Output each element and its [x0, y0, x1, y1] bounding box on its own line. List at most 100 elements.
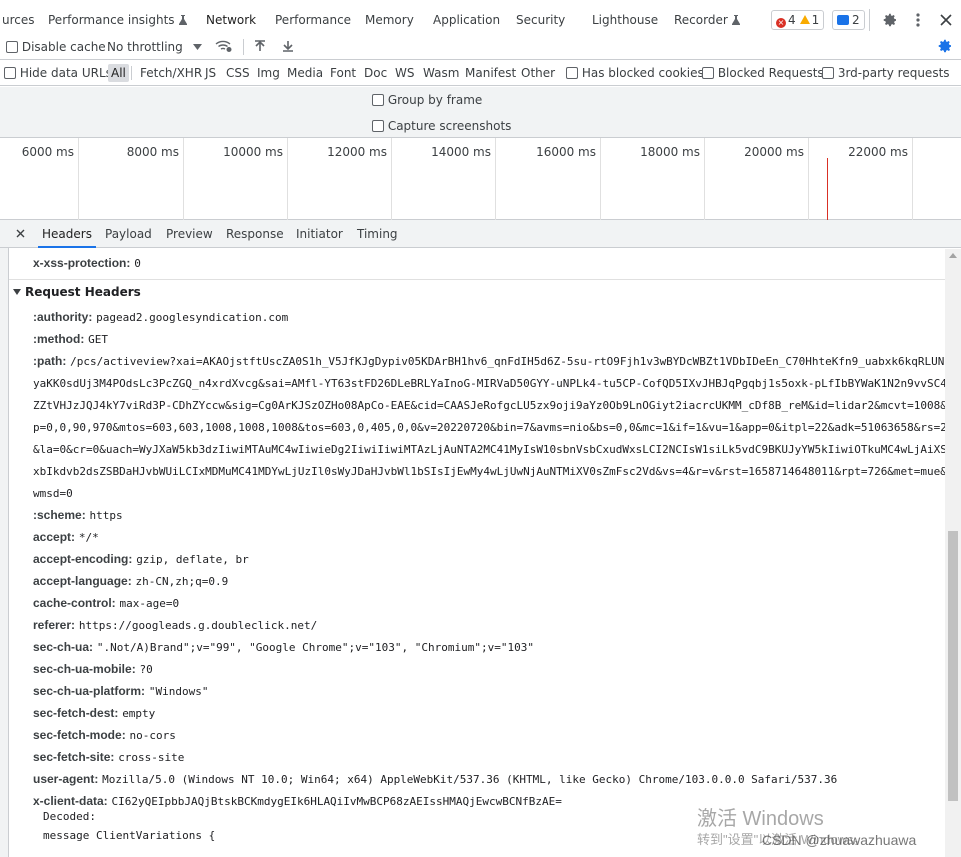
- filter-img[interactable]: Img: [257, 60, 280, 86]
- blocked-requests-label: Blocked Requests: [717, 66, 824, 80]
- group-by-frame-label: Group by frame: [387, 93, 483, 107]
- filter-bar: Hide data URLs All Fetch/XHR JS CSS Img …: [0, 60, 961, 86]
- tab-headers[interactable]: Headers: [38, 220, 96, 248]
- header-row: x-client-data: CI62yQEIpbbJAQjBtskBCKmdy…: [33, 794, 562, 809]
- header-value: max-age=0: [119, 597, 180, 610]
- header-row: sec-ch-ua-platform: "Windows": [33, 684, 208, 699]
- header-value: pagead2.googlesyndication.com: [96, 311, 289, 324]
- tick-label: 16000 ms: [536, 145, 596, 159]
- chevron-down-icon[interactable]: [193, 34, 202, 60]
- tick-label: 10000 ms: [223, 145, 283, 159]
- warning-icon: [799, 15, 810, 24]
- filter-font[interactable]: Font: [330, 60, 356, 86]
- tab-label: Performance insights: [48, 13, 175, 27]
- timeline-overview[interactable]: 6000 ms 8000 ms 10000 ms 12000 ms 14000 …: [0, 138, 961, 220]
- scroll-up-arrow-icon[interactable]: [949, 253, 957, 258]
- header-row: cache-control: max-age=0: [33, 596, 179, 611]
- filter-fetch-xhr[interactable]: Fetch/XHR: [140, 60, 202, 86]
- header-row: sec-ch-ua: ".Not/A)Brand";v="99", "Googl…: [33, 640, 534, 655]
- header-row-continuation: ZZtVHJzJQJ4kY7viRd3P-CDhZYccw&sig=Cg0ArK…: [33, 398, 945, 413]
- header-row: sec-fetch-site: cross-site: [33, 750, 184, 765]
- header-name: x-client-data:: [33, 794, 108, 808]
- timeline-tick: 8000 ms: [79, 138, 184, 220]
- issues-counter[interactable]: × 4 1: [771, 10, 825, 30]
- filter-manifest[interactable]: Manifest: [465, 60, 516, 86]
- capture-screenshots-checkbox[interactable]: Capture screenshots: [372, 119, 511, 133]
- tab-preview[interactable]: Preview: [166, 220, 213, 248]
- network-conditions-icon[interactable]: [215, 34, 233, 60]
- header-row-continuation: yaKK0sdUj3M4POdsLc3PcZGQ_n4xrdXvcg&sai=A…: [33, 376, 945, 391]
- header-name: :method:: [33, 332, 85, 346]
- header-row: referer: https://googleads.g.doubleclick…: [33, 618, 317, 633]
- tab-payload[interactable]: Payload: [105, 220, 152, 248]
- header-value: xbIkdvb2dsZSBDaHJvbWUiLCIxMDMuMC41MDYwLj…: [33, 465, 945, 478]
- timeline-tick: 22000 ms: [809, 138, 913, 220]
- divider: [243, 39, 244, 55]
- disable-cache-checkbox[interactable]: Disable cache: [6, 34, 106, 60]
- decoded-text: message ClientVariations {: [43, 829, 216, 842]
- messages-counter[interactable]: 2: [832, 10, 865, 30]
- error-count: 4: [788, 13, 796, 27]
- windows-activation-watermark: 激活 Windows: [697, 808, 824, 830]
- hide-data-urls-checkbox[interactable]: Hide data URLs: [4, 60, 112, 86]
- triangle-down-icon: [13, 289, 21, 295]
- flask-icon: [731, 15, 740, 25]
- disable-cache-label: Disable cache: [21, 40, 106, 54]
- request-headers-section-toggle[interactable]: Request Headers: [13, 285, 141, 299]
- tab-response[interactable]: Response: [226, 220, 284, 248]
- close-devtools-icon[interactable]: [935, 9, 957, 31]
- tick-label: 14000 ms: [431, 145, 491, 159]
- tab-label: Recorder: [674, 13, 728, 27]
- flask-icon: [178, 15, 187, 25]
- section-title: Request Headers: [25, 285, 141, 299]
- checkbox-icon: [372, 94, 384, 106]
- header-value: cross-site: [118, 751, 185, 764]
- header-row: user-agent: Mozilla/5.0 (Windows NT 10.0…: [33, 772, 837, 787]
- scroll-thumb[interactable]: [948, 531, 958, 801]
- close-detail-icon[interactable]: [16, 220, 25, 248]
- header-row: :method: GET: [33, 332, 108, 347]
- filter-other[interactable]: Other: [521, 60, 555, 86]
- network-settings-gear-icon[interactable]: [937, 34, 953, 60]
- header-row: accept-language: zh-CN,zh;q=0.9: [33, 574, 228, 589]
- more-options-icon[interactable]: [907, 9, 929, 31]
- filter-js[interactable]: JS: [205, 60, 216, 86]
- export-har-icon[interactable]: [282, 34, 294, 60]
- filter-ws[interactable]: WS: [395, 60, 414, 86]
- decoded-line: message ClientVariations {: [43, 828, 215, 843]
- filter-all[interactable]: All: [108, 64, 129, 82]
- timeline-tick: 16000 ms: [496, 138, 601, 220]
- header-name: cache-control:: [33, 596, 116, 610]
- settings-gear-icon[interactable]: [879, 9, 901, 31]
- header-name: sec-ch-ua-mobile:: [33, 662, 136, 676]
- filter-media[interactable]: Media: [287, 60, 323, 86]
- blocked-requests-checkbox[interactable]: Blocked Requests: [702, 60, 824, 86]
- divider: [9, 279, 945, 280]
- header-value: ?0: [139, 663, 153, 676]
- header-name: accept:: [33, 530, 76, 544]
- header-row: sec-fetch-dest: empty: [33, 706, 155, 721]
- message-icon: [837, 15, 849, 25]
- group-by-frame-checkbox[interactable]: Group by frame: [372, 93, 482, 107]
- header-name: sec-ch-ua-platform:: [33, 684, 146, 698]
- headers-scrollbar[interactable]: [945, 249, 961, 857]
- header-value: ZZtVHJzJQJ4kY7viRd3P-CDhZYccw&sig=Cg0ArK…: [33, 399, 945, 412]
- tab-timing[interactable]: Timing: [357, 220, 398, 248]
- csdn-watermark: CSDN @zhuawazhuawa: [762, 832, 917, 848]
- tick-label: 22000 ms: [848, 145, 908, 159]
- filter-wasm[interactable]: Wasm: [423, 60, 459, 86]
- third-party-requests-checkbox[interactable]: 3rd-party requests: [822, 60, 950, 86]
- header-row: accept: */*: [33, 530, 99, 545]
- has-blocked-cookies-checkbox[interactable]: Has blocked cookies: [566, 60, 704, 86]
- header-name: sec-fetch-dest:: [33, 706, 119, 720]
- import-har-icon[interactable]: [254, 34, 266, 60]
- timeline-tick: 14000 ms: [392, 138, 496, 220]
- headers-panel: x-xss-protection: 0 Request Headers :aut…: [9, 249, 945, 857]
- header-value: wmsd=0: [33, 487, 73, 500]
- tab-initiator[interactable]: Initiator: [296, 220, 343, 248]
- filter-css[interactable]: CSS: [226, 60, 250, 86]
- header-value: CI62yQEIpbbJAQjBtskBCKmdygEIk6HLAQiIvMwB…: [111, 795, 562, 808]
- throttling-select[interactable]: No throttling: [107, 34, 183, 60]
- filter-doc[interactable]: Doc: [364, 60, 387, 86]
- request-list-edge: [0, 220, 9, 857]
